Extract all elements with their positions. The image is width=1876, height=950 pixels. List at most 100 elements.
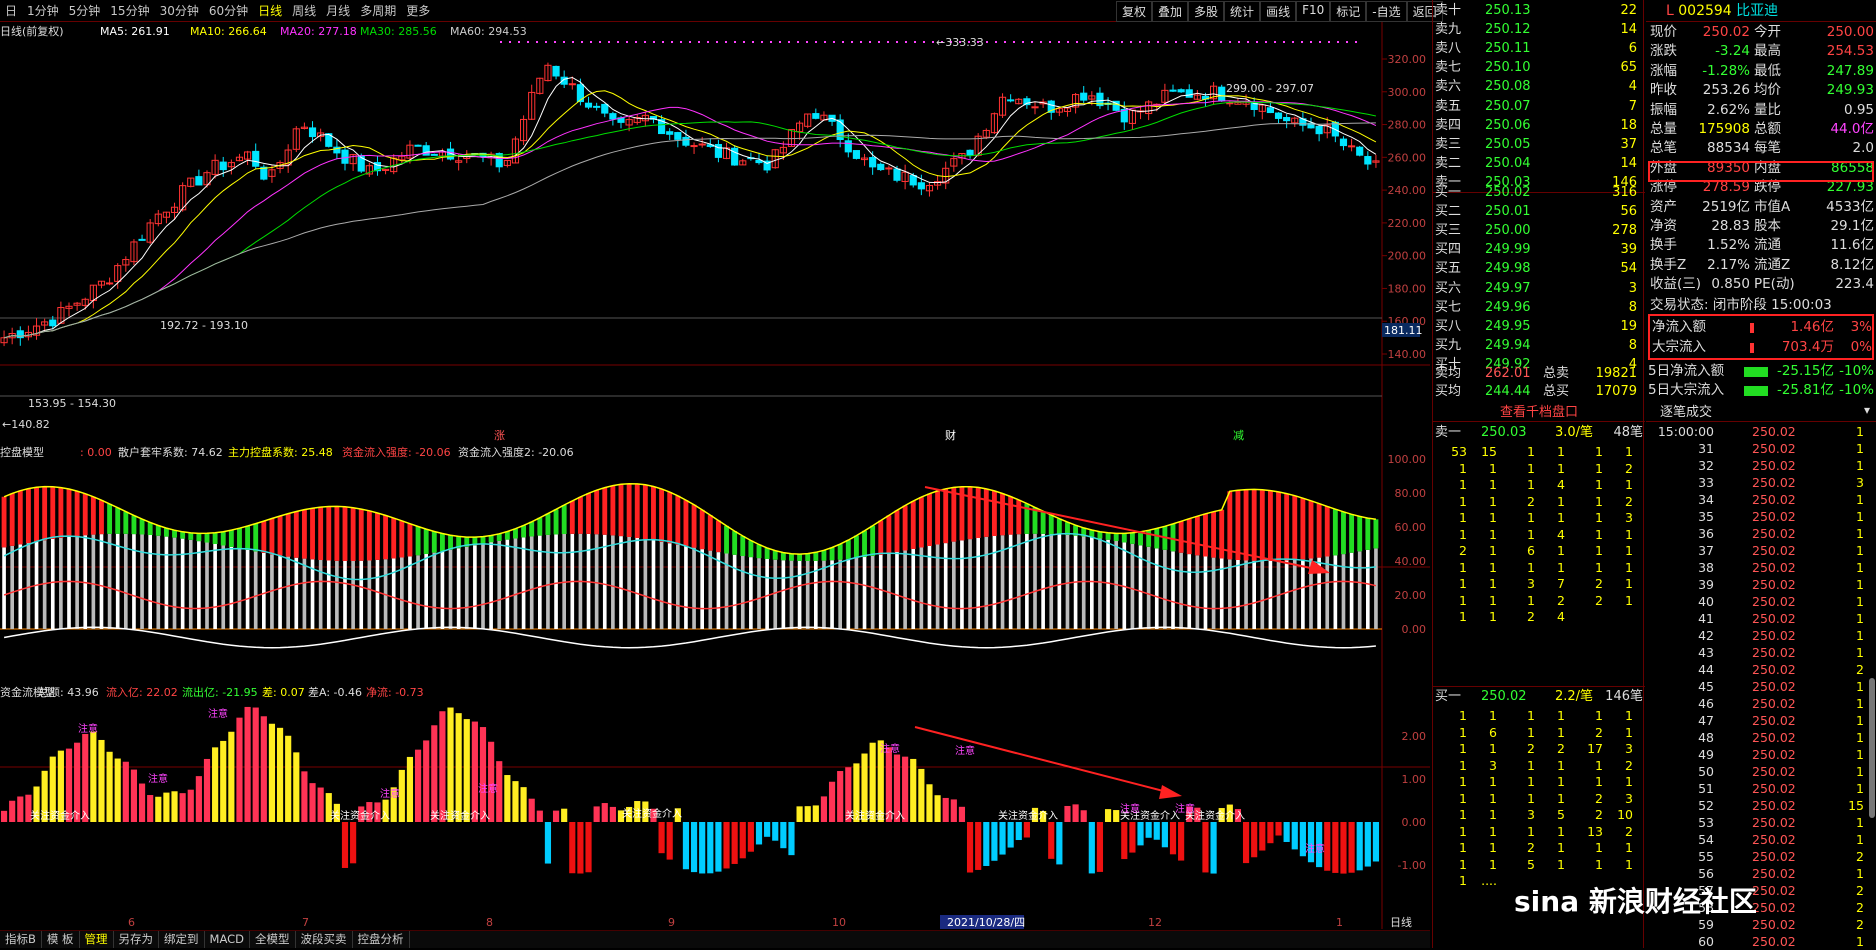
bottom-tab-8[interactable]: 控盘分析 (353, 931, 410, 948)
ma5-line (3, 76, 1377, 339)
ind2-tick: -1.00 (1398, 859, 1426, 872)
ask-row[interactable]: 卖五 250.07 7 (1433, 97, 1645, 116)
tab-10[interactable]: 更多 (401, 2, 435, 19)
tick-price: 250.02 (1752, 815, 1796, 830)
sell1_grid-cell: 1 (1595, 493, 1603, 509)
bid-row[interactable]: 买一 250.02 316 (1433, 183, 1645, 202)
buy-total: 17079 (1595, 384, 1637, 399)
tab-8[interactable]: 月线 (321, 2, 355, 19)
ticks-scrollbar[interactable] (1869, 678, 1875, 818)
ticks-title: 逐笔成交 (1646, 403, 1876, 422)
tab-4[interactable]: 30分钟 (155, 2, 204, 19)
tab-1[interactable]: 1分钟 (22, 2, 64, 19)
ask-row[interactable]: 卖十 250.13 22 (1433, 1, 1645, 20)
ask-row[interactable]: 卖九 250.12 14 (1433, 20, 1645, 39)
bottom-tab-6[interactable]: 全模型 (250, 931, 296, 948)
tool-button-1[interactable]: 叠加 (1152, 1, 1189, 22)
ticks-menu-icon[interactable]: ▾ (1864, 403, 1870, 417)
bottom-tab-0[interactable]: 指标B (0, 931, 42, 948)
tool-button-6[interactable]: 标记 (1330, 1, 1367, 22)
buy1_grid-cell: 1 (1489, 823, 1497, 839)
bottom-tab-7[interactable]: 波段买卖 (296, 931, 353, 948)
ind2-legend-out: 流出亿: -21.95 (182, 685, 258, 699)
bid-price: 249.99 (1485, 242, 1531, 258)
quote-row: 现价 250.02 今开 250.00 (1650, 23, 1876, 42)
stock-header[interactable]: L 002594 比亚迪 (1646, 0, 1876, 22)
ind2-tick: 0.00 (1402, 816, 1427, 829)
tick-volume: 1 (1856, 560, 1864, 575)
ask-price: 250.12 (1485, 22, 1531, 38)
sell-total: 19821 (1595, 366, 1637, 381)
tick-time: 55 (1698, 849, 1714, 864)
tab-2[interactable]: 5分钟 (64, 2, 106, 19)
ask-row[interactable]: 卖七 250.10 65 (1433, 58, 1645, 77)
sell1_grid-cell: 1 (1557, 543, 1565, 558)
bid-row[interactable]: 买七 249.96 8 (1433, 298, 1645, 317)
tick-volume: 2 (1856, 917, 1864, 932)
tool-button-7[interactable]: -自选 (1366, 1, 1407, 22)
candle (1266, 107, 1274, 114)
bid-row[interactable]: 买五 249.98 54 (1433, 259, 1645, 278)
x-tick-6: 12 (1148, 916, 1162, 929)
tick-volume: 1 (1856, 730, 1864, 745)
bid-row[interactable]: 买八 249.95 19 (1433, 317, 1645, 336)
tab-0[interactable]: 日 (0, 2, 22, 19)
tool-button-3[interactable]: 统计 (1224, 1, 1261, 22)
bottom-tab-3[interactable]: 另存为 (114, 931, 160, 948)
ask-row[interactable]: 卖八 250.11 6 (1433, 39, 1645, 58)
ask-row[interactable]: 卖四 250.06 18 (1433, 116, 1645, 135)
bid-label: 买八 (1435, 318, 1462, 334)
kline-chart[interactable]: 320.00 300.00 280.00 260.00 240.00 220.00 200.… (0, 22, 1430, 929)
bottom-tab-2[interactable]: 管理 (80, 931, 114, 948)
ask-row[interactable]: 卖二 250.04 14 (1433, 154, 1645, 173)
quote-label-b: 股本 (1754, 218, 1781, 234)
bid-row[interactable]: 买六 249.97 3 (1433, 279, 1645, 298)
ask-volume: 65 (1620, 60, 1637, 76)
bid-row[interactable]: 买二 250.01 56 (1433, 202, 1645, 221)
tool-button-2[interactable]: 多股 (1188, 1, 1225, 22)
bid-row[interactable]: 买三 250.00 278 (1433, 221, 1645, 240)
buy1-per: 2.2/笔 (1555, 689, 1594, 704)
x-tick-7: 1 (1336, 916, 1343, 929)
tool-button-5[interactable]: F10 (1296, 1, 1331, 22)
sell-avg-row: 卖均 262.01 总卖 19821 (1433, 364, 1645, 383)
tab-3[interactable]: 15分钟 (105, 2, 154, 19)
indicator-bar: 指标B 模 板管理 另存为 绑定到 MACD 全模型 波段买卖 控盘分析 (0, 930, 1430, 948)
buy1_grid-cell: 1 (1489, 840, 1497, 855)
flow-pct: 0% (1850, 339, 1872, 355)
tool-button-0[interactable]: 复权 (1116, 1, 1153, 22)
sell1_grid-cell: 1 (1625, 559, 1633, 575)
tick-volume: 1 (1856, 747, 1864, 762)
flow-value: 1.46亿 (1790, 319, 1834, 335)
ask-volume: 7 (1628, 98, 1637, 114)
bottom-tab-1[interactable]: 模 板 (42, 931, 80, 948)
tab-6[interactable]: 日线 (253, 2, 287, 19)
ask-label: 卖十 (1435, 3, 1462, 18)
candle (966, 149, 974, 156)
chart-area[interactable]: 320.00 300.00 280.00 260.00 240.00 220.00 200.… (0, 22, 1430, 929)
bid-label: 买一 (1435, 185, 1462, 200)
view-1000-button[interactable]: 查看千档盘口 (1433, 403, 1645, 422)
bid-row[interactable]: 买九 249.94 8 (1433, 336, 1645, 355)
buy1_grid-cell: 1 (1595, 856, 1603, 872)
bottom-tab-4[interactable]: 绑定到 (159, 931, 205, 948)
ind2-annot-focus: 关注资金介入 (622, 807, 682, 820)
bid-row[interactable]: 买四 249.99 39 (1433, 240, 1645, 259)
ask-row[interactable]: 卖六 250.08 4 (1433, 77, 1645, 96)
sell1_grid-cell: 1 (1625, 526, 1633, 542)
ask-row[interactable]: 卖三 250.05 37 (1433, 135, 1645, 154)
sell1_grid-cell: 2 (1625, 460, 1633, 476)
tick-price: 250.02 (1752, 577, 1796, 592)
tab-9[interactable]: 多周期 (355, 2, 401, 19)
buy1_grid-cell: 1 (1527, 708, 1535, 723)
buy1_grid-cell: 1 (1459, 724, 1467, 740)
tab-7[interactable]: 周线 (287, 2, 321, 19)
price-tick: 300.00 (1388, 86, 1427, 99)
tick-volume: 1 (1856, 781, 1864, 796)
bid-volume: 54 (1620, 261, 1637, 277)
sell1_grid-cell: 1 (1489, 493, 1497, 509)
tab-5[interactable]: 60分钟 (204, 2, 253, 19)
main-legend-ma5: MA5: 261.91 (100, 25, 170, 38)
bottom-tab-5[interactable]: MACD (205, 931, 251, 948)
tool-button-4[interactable]: 画线 (1260, 1, 1297, 22)
